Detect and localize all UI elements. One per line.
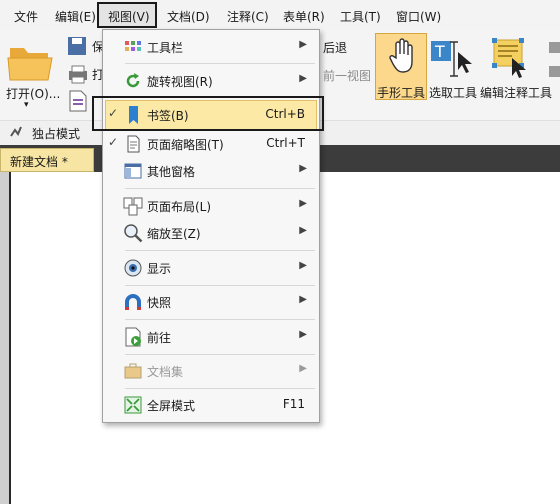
submenu-arrow-icon: ▶ xyxy=(299,73,307,84)
menu-item-snapshot[interactable]: 快照 ▶ xyxy=(103,289,319,315)
eye-icon xyxy=(124,259,142,277)
menu-item-shortcut: F11 xyxy=(282,397,305,411)
select-tool-button[interactable]: T xyxy=(430,38,478,80)
view-menu: 工具栏 ▶ 旋转视图(R) ▶ ✓ 书签(B) Ctrl+B ✓ 页面缩略图(T… xyxy=(102,29,320,423)
fullscreen-icon xyxy=(124,396,142,414)
submenu-arrow-icon: ▶ xyxy=(299,163,307,174)
svg-text:T: T xyxy=(434,42,445,61)
submenu-arrow-icon: ▶ xyxy=(299,294,307,305)
menu-item-label: 快照 xyxy=(147,296,172,310)
menu-item-other-panes[interactable]: 其他窗格 ▶ xyxy=(103,158,319,184)
menu-item-label: 旋转视图(R) xyxy=(147,75,213,89)
rotate-icon xyxy=(126,73,140,88)
page-layout-icon xyxy=(123,197,143,216)
annotation-edit-icon xyxy=(492,38,526,78)
menu-form[interactable]: 表单(R) xyxy=(283,8,325,25)
select-text-icon: T xyxy=(431,41,472,77)
menu-item-label: 其他窗格 xyxy=(147,165,196,179)
menu-comment[interactable]: 注释(C) xyxy=(227,8,269,25)
more-tools-icon[interactable] xyxy=(545,36,560,82)
document-tab[interactable]: 新建文档 * xyxy=(0,148,94,172)
document-tab-label: 新建文档 * xyxy=(10,155,68,169)
menu-item-full-screen[interactable]: 全屏模式 F11 xyxy=(103,392,319,418)
menu-item-label: 工具栏 xyxy=(147,41,184,55)
menu-separator xyxy=(125,188,315,189)
submenu-arrow-icon: ▶ xyxy=(299,260,307,271)
submenu-arrow-icon: ▶ xyxy=(299,39,307,50)
menu-view[interactable]: 视图(V) xyxy=(108,8,150,25)
menu-item-label: 全屏模式 xyxy=(147,399,196,413)
menu-bar: 文件 编辑(E) 视图(V) 文档(D) 注释(C) 表单(R) 工具(T) 窗… xyxy=(0,0,560,31)
edit-annotation-tool-label: 编辑注释工具 xyxy=(480,86,553,100)
menu-separator xyxy=(125,285,315,286)
prev-view-label[interactable]: 前一视图 xyxy=(323,67,371,84)
exclusive-mode-icon xyxy=(10,126,22,137)
exclusive-mode-label[interactable]: 独占模式 xyxy=(32,125,80,142)
menu-item-display[interactable]: 显示 ▶ xyxy=(103,255,319,281)
workspace-divider[interactable] xyxy=(9,172,11,504)
page-thumbnail-icon xyxy=(127,135,140,153)
menu-item-label: 缩放至(Z) xyxy=(147,227,201,241)
briefcase-icon xyxy=(124,363,142,379)
open-button[interactable] xyxy=(6,40,56,82)
menu-item-label: 显示 xyxy=(147,262,172,276)
menu-item-label: 前往 xyxy=(147,331,172,345)
open-label: 打开(O)... xyxy=(6,87,61,101)
menu-item-portfolio: 文档集 ▶ xyxy=(103,358,319,384)
navigation-pane-edge xyxy=(0,172,9,504)
menu-item-rotate-view[interactable]: 旋转视图(R) ▶ xyxy=(103,68,319,94)
menu-item-shortcut: Ctrl+T xyxy=(266,136,305,150)
menu-file[interactable]: 文件 xyxy=(14,8,38,25)
edit-annotation-tool-button[interactable] xyxy=(490,36,534,80)
hand-icon xyxy=(389,38,413,73)
menu-item-label: 文档集 xyxy=(147,365,184,379)
save-icon[interactable] xyxy=(67,36,89,56)
submenu-arrow-icon: ▶ xyxy=(299,225,307,236)
folder-open-icon xyxy=(7,48,53,81)
menu-separator xyxy=(125,250,315,251)
menu-item-label: 页面布局(L) xyxy=(147,200,212,214)
goto-icon xyxy=(125,327,141,347)
menu-item-go-to[interactable]: 前往 ▶ xyxy=(103,324,319,350)
menu-window[interactable]: 窗口(W) xyxy=(396,8,441,25)
bookmark-item-callout-box xyxy=(92,96,324,131)
select-tool-label: 选取工具 xyxy=(429,86,478,100)
menu-tools[interactable]: 工具(T) xyxy=(340,8,381,25)
back-label[interactable]: 后退 xyxy=(323,39,347,56)
menu-item-toolbar[interactable]: 工具栏 ▶ xyxy=(103,34,319,60)
menu-item-page-thumbnails[interactable]: ✓ 页面缩略图(T) Ctrl+T xyxy=(103,131,319,157)
menu-item-label: 页面缩略图(T) xyxy=(147,138,224,152)
pane-icon xyxy=(124,163,142,179)
hand-tool-label: 手形工具 xyxy=(377,86,426,100)
menu-separator xyxy=(125,63,315,64)
print-icon[interactable] xyxy=(67,64,89,84)
submenu-arrow-icon: ▶ xyxy=(299,329,307,340)
zoom-icon xyxy=(124,224,143,243)
menu-separator xyxy=(125,388,315,389)
magnet-icon xyxy=(125,294,141,310)
submenu-arrow-icon: ▶ xyxy=(299,363,307,374)
menu-separator xyxy=(125,319,315,320)
open-dropdown-icon[interactable]: ▾ xyxy=(24,100,29,110)
toolbar-grid-icon xyxy=(125,41,141,51)
menu-item-page-layout[interactable]: 页面布局(L) ▶ xyxy=(103,193,319,219)
check-icon: ✓ xyxy=(108,135,119,149)
submenu-arrow-icon: ▶ xyxy=(299,198,307,209)
document-icon[interactable] xyxy=(67,90,89,112)
menu-edit[interactable]: 编辑(E) xyxy=(55,8,96,25)
menu-separator xyxy=(125,354,315,355)
menu-item-zoom-to[interactable]: 缩放至(Z) ▶ xyxy=(103,220,319,246)
menu-document[interactable]: 文档(D) xyxy=(167,8,210,25)
